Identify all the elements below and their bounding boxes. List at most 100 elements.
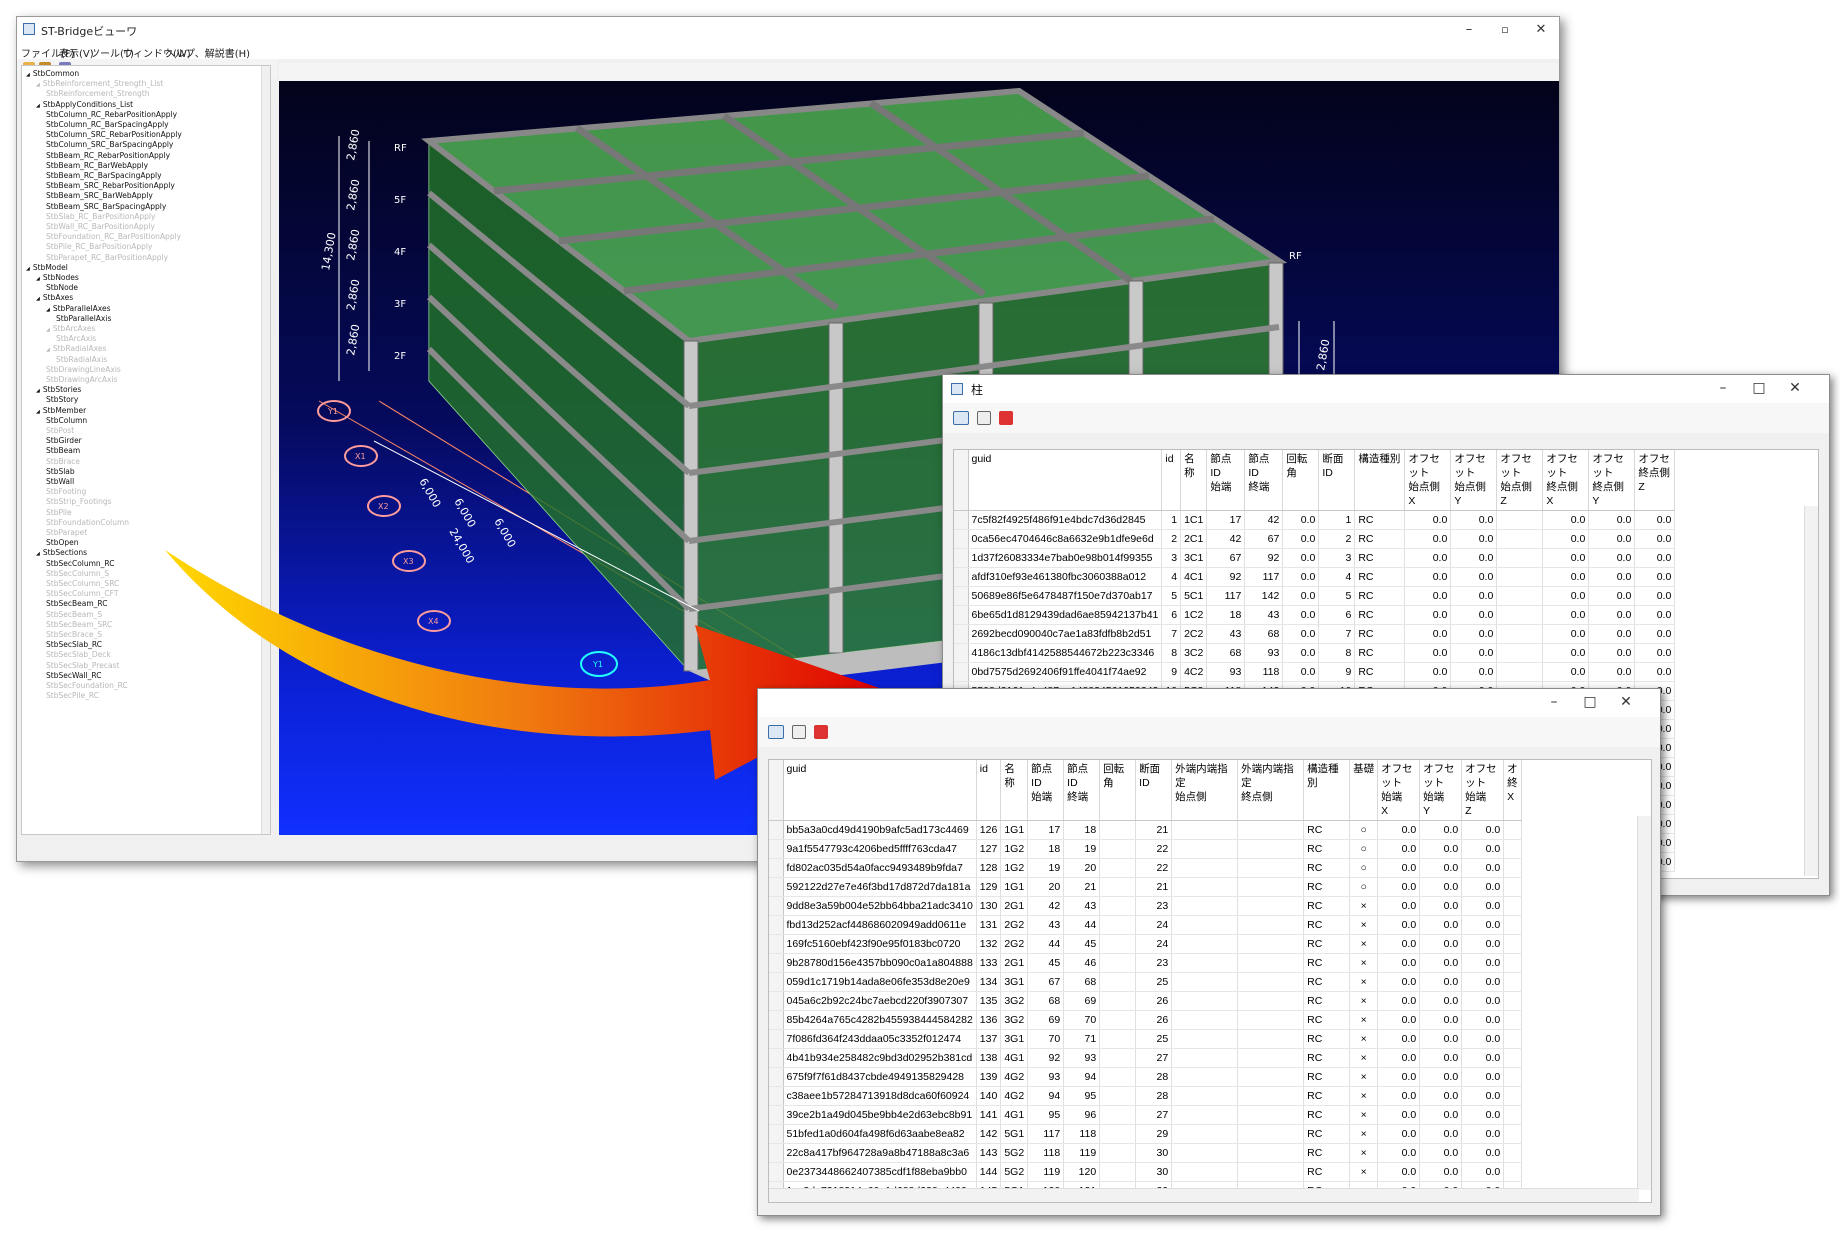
table-cell[interactable]: × xyxy=(1349,1162,1379,1182)
table-cell[interactable]: 28 xyxy=(1135,1086,1173,1106)
column-minimize-button[interactable]: – xyxy=(1705,375,1741,401)
table-row[interactable]: 39ce2b1a49d045be9bb4e2d63ebc8b91 141 4G1 95… xyxy=(769,1105,1522,1125)
table-cell[interactable]: 0.0 xyxy=(1634,586,1676,606)
girder-vscrollbar[interactable] xyxy=(1637,816,1651,1190)
tree-item[interactable]: StbSecSlab_Deck xyxy=(46,650,111,660)
table-cell[interactable]: RC xyxy=(1303,820,1351,840)
tree-item[interactable]: StbSecPile_RC xyxy=(46,691,99,701)
table-cell[interactable]: 23 xyxy=(1135,953,1173,973)
table-cell[interactable]: 95 xyxy=(1027,1105,1065,1125)
tree-item[interactable]: StbBrace xyxy=(46,457,80,467)
tree-item[interactable]: StbSecFoundation_RC xyxy=(46,681,128,691)
row-header[interactable] xyxy=(769,915,784,935)
tree-item[interactable]: StbColumn_RC_RebarPositionApply xyxy=(46,110,177,120)
table-row[interactable]: 045a6c2b92c24bc7aebcd220f3907307 135 3G2 68… xyxy=(769,991,1522,1011)
table-cell[interactable]: 0.0 xyxy=(1461,953,1505,973)
column-header[interactable]: 節点ID 始端 xyxy=(1027,760,1065,821)
table-row[interactable]: 7f086fd364f243ddaa05c3352f012474 137 3G1 70… xyxy=(769,1029,1522,1049)
table-cell[interactable]: 0.0 xyxy=(1450,643,1498,663)
table-cell[interactable]: 142 xyxy=(976,1124,1002,1144)
table-cell[interactable] xyxy=(1503,896,1522,916)
tree-item[interactable]: StbBeam_SRC_RebarPositionApply xyxy=(46,181,175,191)
table-cell[interactable] xyxy=(1099,991,1137,1011)
menu-view[interactable]: 表示(V) xyxy=(59,45,94,60)
table-cell[interactable]: 4G1 xyxy=(1000,1105,1029,1125)
table-cell[interactable]: 0.0 xyxy=(1450,510,1498,530)
table-row[interactable]: 50689e86f5e6478487f150e7d370ab17 5 5C1 117 1… xyxy=(954,586,1676,606)
table-cell[interactable]: RC xyxy=(1303,1124,1351,1144)
table-cell[interactable]: RC xyxy=(1354,529,1406,549)
table-cell[interactable]: 059d1c1719b14ada8e06fe353d8e20e9 xyxy=(783,972,977,992)
export-icon[interactable] xyxy=(814,725,828,739)
table-cell[interactable]: 51bfed1a0d604fa498f6d63aabe8ea82 xyxy=(783,1124,977,1144)
table-cell[interactable]: 0.0 xyxy=(1377,896,1421,916)
row-header[interactable] xyxy=(769,858,784,878)
table-cell[interactable]: 2692becd090040c7ae1a83fdfb8b2d51 xyxy=(968,624,1163,644)
tree-expander-icon[interactable]: ◢ xyxy=(26,72,30,78)
tree-item[interactable]: StbWall_RC_BarPositionApply xyxy=(46,222,155,232)
table-row[interactable]: 0bd7575d2692406f91ffe4041f74ae92 9 4C2 93 11… xyxy=(954,662,1676,682)
table-cell[interactable] xyxy=(1099,877,1137,897)
table-cell[interactable] xyxy=(1171,877,1239,897)
table-cell[interactable]: × xyxy=(1349,972,1379,992)
column-header[interactable]: 基礎 xyxy=(1349,760,1379,821)
table-cell[interactable] xyxy=(1171,858,1239,878)
table-icon[interactable] xyxy=(953,411,969,425)
table-cell[interactable]: 5 xyxy=(1318,586,1356,606)
table-cell[interactable]: 0.0 xyxy=(1282,643,1320,663)
table-cell[interactable]: 119 xyxy=(1063,1143,1101,1163)
row-header[interactable] xyxy=(769,839,784,859)
table-cell[interactable]: 0.0 xyxy=(1419,991,1463,1011)
table-cell[interactable]: 25 xyxy=(1135,972,1173,992)
table-cell[interactable] xyxy=(1503,991,1522,1011)
table-cell[interactable]: 0.0 xyxy=(1461,877,1505,897)
table-cell[interactable]: 0.0 xyxy=(1461,839,1505,859)
table-cell[interactable]: 0.0 xyxy=(1377,1029,1421,1049)
table-cell[interactable]: 0.0 xyxy=(1634,529,1676,549)
table-cell[interactable]: 0.0 xyxy=(1282,548,1320,568)
table-cell[interactable]: 8 xyxy=(1318,643,1356,663)
table-cell[interactable]: 0.0 xyxy=(1404,548,1452,568)
table-cell[interactable] xyxy=(1171,1124,1239,1144)
table-cell[interactable]: 39ce2b1a49d045be9bb4e2d63ebc8b91 xyxy=(783,1105,977,1125)
table-cell[interactable]: 0.0 xyxy=(1404,624,1452,644)
row-header[interactable] xyxy=(769,1067,784,1087)
tree-item[interactable]: StbOpen xyxy=(46,538,79,548)
table-cell[interactable]: 4 xyxy=(1161,567,1182,587)
table-cell[interactable]: 4G2 xyxy=(1000,1067,1029,1087)
table-cell[interactable]: 0.0 xyxy=(1419,1048,1463,1068)
table-cell[interactable]: 0.0 xyxy=(1461,820,1505,840)
table-cell[interactable]: 50689e86f5e6478487f150e7d370ab17 xyxy=(968,586,1163,606)
table-cell[interactable]: 9 xyxy=(1161,662,1182,682)
table-cell[interactable] xyxy=(1099,1086,1137,1106)
table-cell[interactable]: 134 xyxy=(976,972,1002,992)
table-cell[interactable] xyxy=(1237,896,1305,916)
table-cell[interactable] xyxy=(1237,1029,1305,1049)
table-cell[interactable]: RC xyxy=(1354,510,1406,530)
table-cell[interactable]: 0.0 xyxy=(1404,605,1452,625)
tree-item[interactable]: StbStory xyxy=(46,395,78,405)
table-cell[interactable] xyxy=(1237,1086,1305,1106)
table-cell[interactable]: 27 xyxy=(1135,1105,1173,1125)
table-cell[interactable]: 0.0 xyxy=(1588,605,1636,625)
row-header[interactable] xyxy=(769,972,784,992)
table-cell[interactable]: 1G2 xyxy=(1000,839,1029,859)
table-cell[interactable]: 136 xyxy=(976,1010,1002,1030)
table-cell[interactable]: 0.0 xyxy=(1542,643,1590,663)
table-cell[interactable]: 0.0 xyxy=(1377,1086,1421,1106)
table-cell[interactable] xyxy=(1237,991,1305,1011)
table-cell[interactable]: RC xyxy=(1303,1029,1351,1049)
table-cell[interactable] xyxy=(1503,1143,1522,1163)
table-cell[interactable]: 0.0 xyxy=(1461,915,1505,935)
table-cell[interactable]: 0.0 xyxy=(1542,548,1590,568)
table-cell[interactable]: 1G1 xyxy=(1000,877,1029,897)
menu-help[interactable]: ヘルプ、解説書(H) xyxy=(165,45,250,60)
table-cell[interactable]: 1C1 xyxy=(1180,510,1208,530)
table-cell[interactable]: 0bd7575d2692406f91ffe4041f74ae92 xyxy=(968,662,1163,682)
table-cell[interactable] xyxy=(1237,858,1305,878)
table-cell[interactable] xyxy=(1503,915,1522,935)
table-cell[interactable]: fbd13d252acf448686020949add0611e xyxy=(783,915,977,935)
table-cell[interactable]: 24 xyxy=(1135,915,1173,935)
table-cell[interactable]: 126 xyxy=(976,820,1002,840)
table-cell[interactable]: 7 xyxy=(1318,624,1356,644)
